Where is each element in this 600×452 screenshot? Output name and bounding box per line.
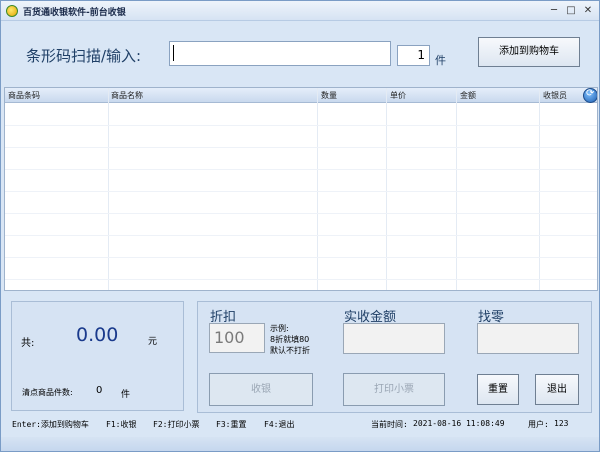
column-header-name[interactable]: 商品名称 bbox=[111, 90, 143, 101]
app-logo-icon bbox=[6, 5, 18, 17]
maximize-button[interactable]: □ bbox=[564, 4, 578, 18]
text-caret bbox=[173, 45, 174, 61]
total-unit: 元 bbox=[148, 337, 158, 347]
shortcut-f1: F1:收银 bbox=[106, 420, 137, 429]
discount-hint-line: 示例: bbox=[270, 324, 289, 333]
column-header-amount[interactable]: 金额 bbox=[460, 90, 476, 101]
current-time-label: 当前时间: bbox=[371, 420, 408, 429]
shortcut-f3: F3:重置 bbox=[216, 420, 247, 429]
reset-button[interactable]: 重置 bbox=[477, 374, 519, 405]
print-receipt-button[interactable]: 打印小票 bbox=[343, 373, 445, 406]
shortcut-enter: Enter:添加到购物车 bbox=[12, 420, 89, 429]
shortcut-f2: F2:打印小票 bbox=[153, 420, 200, 429]
row-divider bbox=[5, 125, 597, 126]
column-header-quantity[interactable]: 数量 bbox=[321, 90, 337, 101]
footer-strip bbox=[1, 437, 599, 451]
quantity-unit: 件 bbox=[435, 54, 446, 67]
refresh-icon[interactable] bbox=[583, 88, 597, 103]
row-divider bbox=[5, 235, 597, 236]
title-bar[interactable]: 百货通收银软件-前台收银 ─ □ ✕ bbox=[1, 1, 599, 21]
row-divider bbox=[5, 279, 597, 280]
total-label: 共: bbox=[21, 338, 35, 349]
column-header-price[interactable]: 单价 bbox=[390, 90, 406, 101]
discount-input[interactable]: 100 bbox=[209, 323, 265, 353]
column-divider bbox=[317, 88, 318, 290]
checkout-button[interactable]: 收银 bbox=[209, 373, 313, 406]
row-divider bbox=[5, 169, 597, 170]
shortcut-f4: F4:退出 bbox=[264, 420, 295, 429]
total-amount: 0.00 bbox=[76, 324, 119, 346]
barcode-label: 条形码扫描/输入: bbox=[26, 47, 142, 65]
current-time-value: 2021-08-16 11:08:49 bbox=[413, 419, 505, 428]
close-button[interactable]: ✕ bbox=[581, 4, 595, 18]
column-divider bbox=[386, 88, 387, 290]
column-header-cashier[interactable]: 收银员 bbox=[543, 90, 567, 101]
quantity-input[interactable]: 1 bbox=[397, 45, 430, 66]
row-divider bbox=[5, 191, 597, 192]
discount-hint-line: 8折就填80 bbox=[270, 335, 310, 344]
column-header-barcode[interactable]: 商品条码 bbox=[8, 90, 40, 101]
main-window: 百货通收银软件-前台收银 ─ □ ✕ 条形码扫描/输入: 1 件 添加到购物车 … bbox=[0, 0, 600, 452]
change-output bbox=[477, 323, 579, 354]
item-count-unit: 件 bbox=[121, 390, 131, 400]
column-divider bbox=[456, 88, 457, 290]
discount-hint-line: 默认不打折 bbox=[270, 346, 310, 355]
cart-table[interactable]: 商品条码 商品名称 数量 单价 金额 收银员 bbox=[4, 87, 598, 291]
received-amount-input[interactable] bbox=[343, 323, 445, 354]
exit-button[interactable]: 退出 bbox=[535, 374, 579, 405]
row-divider bbox=[5, 147, 597, 148]
window-title: 百货通收银软件-前台收银 bbox=[23, 8, 126, 18]
minimize-button[interactable]: ─ bbox=[547, 4, 561, 18]
item-count-label: 清点商品件数: bbox=[22, 388, 73, 397]
column-divider bbox=[108, 88, 109, 290]
add-to-cart-button[interactable]: 添加到购物车 bbox=[478, 37, 580, 67]
barcode-input[interactable] bbox=[169, 41, 391, 66]
item-count-value: 0 bbox=[96, 385, 103, 396]
user-value: 123 bbox=[554, 419, 569, 428]
row-divider bbox=[5, 213, 597, 214]
column-divider bbox=[539, 88, 540, 290]
row-divider bbox=[5, 257, 597, 258]
table-header: 商品条码 商品名称 数量 单价 金额 收银员 bbox=[5, 88, 597, 103]
user-label: 用户: bbox=[528, 420, 549, 429]
